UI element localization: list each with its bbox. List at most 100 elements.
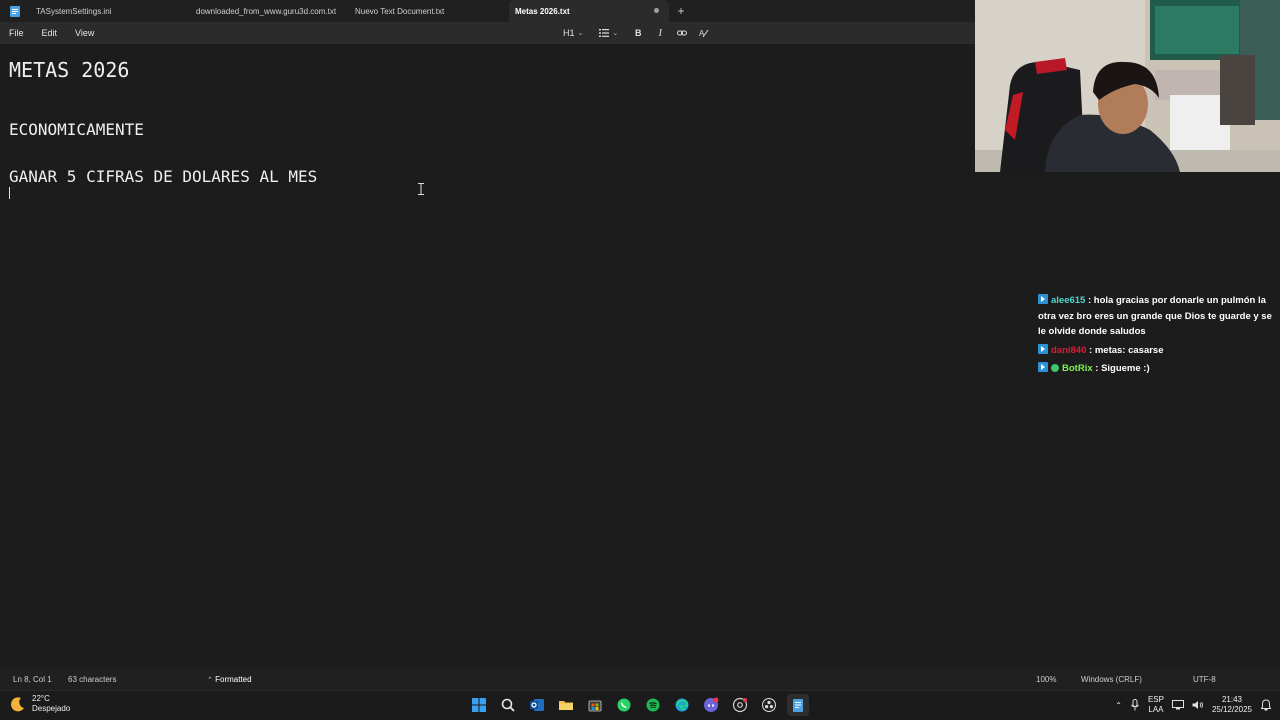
outlook-icon (530, 699, 544, 711)
discord-icon (704, 697, 719, 712)
list-dropdown[interactable]: ⌄ (596, 24, 621, 42)
whatsapp-app[interactable] (613, 694, 635, 716)
platform-badge-icon (1038, 343, 1048, 354)
clear-formatting-button[interactable]: A (695, 24, 713, 42)
screen: TASystemSettings.ini downloaded_from_www… (0, 0, 1280, 720)
italic-button[interactable]: I (651, 24, 669, 42)
edge-app[interactable] (671, 694, 693, 716)
network-icon[interactable] (1171, 700, 1184, 710)
editor-line[interactable]: GANAR 5 CIFRAS DE DOLARES AL MES (9, 167, 317, 186)
outlook-app[interactable] (526, 694, 548, 716)
chat-username: BotRix (1062, 363, 1093, 374)
stream-overlay-area (975, 172, 1280, 668)
heading-dropdown[interactable]: H1 ⌄ (560, 24, 586, 42)
windows-icon (472, 698, 486, 712)
system-tray: ⌃ ESP LAA 21:43 25/12/2025 (1115, 695, 1272, 715)
chat-message: alee615 : hola gracias por donarle un pu… (1038, 293, 1276, 340)
formatting-toolbar: H1 ⌄ ⌄ B I A (560, 22, 713, 44)
webcam-image (975, 0, 1280, 172)
format-mode[interactable]: ⌃ Formatted (207, 675, 252, 684)
menu-edit[interactable]: Edit (33, 22, 67, 44)
discord-app[interactable] (700, 694, 722, 716)
webcam-feed (975, 0, 1280, 172)
weather-widget[interactable]: 22°C Despejado (10, 694, 70, 714)
tab-label: downloaded_from_www.guru3d.com.txt (196, 6, 337, 16)
verified-bot-icon (1051, 364, 1059, 372)
store-icon (588, 700, 602, 712)
weather-temp: 22°C (32, 694, 50, 703)
clock[interactable]: 21:43 25/12/2025 (1212, 695, 1252, 715)
clear-formatting-icon: A (699, 29, 709, 38)
microphone-icon[interactable] (1130, 699, 1140, 711)
text-editor[interactable]: METAS 2026 ECONOMICAMENTE GANAR 5 CIFRAS… (0, 44, 975, 668)
link-button[interactable] (673, 24, 691, 42)
folder-icon (559, 701, 573, 710)
tab-label: TASystemSettings.ini (36, 6, 112, 16)
platform-badge-icon (1038, 294, 1048, 304)
whatsapp-icon (617, 698, 631, 712)
search-button[interactable] (497, 694, 519, 716)
notepad-app[interactable] (787, 694, 809, 716)
tab-metas-2026[interactable]: Metas 2026.txt (509, 0, 669, 22)
ibeam-cursor-icon (418, 183, 424, 195)
chevron-down-icon: ⌄ (577, 30, 584, 37)
new-tab-button[interactable]: + (669, 0, 693, 22)
search-icon (501, 698, 515, 712)
language-indicator[interactable]: ESP LAA (1148, 695, 1164, 715)
file-explorer-app[interactable] (555, 694, 577, 716)
spotify-icon (646, 698, 660, 712)
chat-text: : Sigueme :) (1095, 363, 1150, 374)
clock-date: 25/12/2025 (1211, 705, 1252, 714)
menu-file[interactable]: File (0, 22, 33, 44)
line-ending[interactable]: Windows (CRLF) (1081, 675, 1142, 684)
chat-username: alee615 (1051, 295, 1086, 306)
encoding[interactable]: UTF-8 (1193, 675, 1216, 684)
list-icon (599, 29, 610, 37)
notification-bell-icon[interactable] (1260, 699, 1272, 711)
taskbar: 22°C Despejado ⌃ ESP LAA 21:43 25/12/202… (0, 690, 1280, 720)
markdown-icon: ⌃ (207, 677, 213, 684)
status-bar: Ln 8, Col 1 63 characters ⌃ Formatted 10… (0, 668, 1280, 690)
stream-chat: alee615 : hola gracias por donarle un pu… (1038, 293, 1276, 380)
menu-view[interactable]: View (66, 22, 103, 44)
tab-label: Nuevo Text Document.txt (355, 6, 445, 16)
chrome-app[interactable] (729, 694, 751, 716)
chat-username: dani840 (1051, 344, 1087, 356)
tab-label: Metas 2026.txt (515, 6, 570, 16)
chrome-icon (732, 697, 748, 713)
zoom-level[interactable]: 100% (1036, 675, 1056, 684)
menu-bar: File Edit View H1 ⌄ ⌄ B I A (0, 22, 975, 44)
moon-icon (11, 697, 24, 712)
volume-icon[interactable] (1192, 700, 1204, 710)
notepad-app-icon (0, 0, 30, 22)
store-app[interactable] (584, 694, 606, 716)
italic-icon: I (658, 27, 662, 39)
obs-icon (762, 698, 776, 712)
language-code: ESP (1147, 695, 1164, 704)
link-icon (677, 30, 688, 36)
chevron-down-icon: ⌄ (612, 30, 619, 37)
heading-label: H1 (563, 28, 575, 38)
bold-button[interactable]: B (629, 24, 647, 42)
format-mode-label: Formatted (215, 675, 252, 684)
chevron-up-icon[interactable]: ⌃ (1115, 701, 1122, 710)
chat-text: : metas: casarse (1089, 344, 1164, 356)
tab-guru3d[interactable]: downloaded_from_www.guru3d.com.txt (190, 0, 349, 22)
character-count: 63 characters (68, 675, 117, 684)
cursor-position: Ln 8, Col 1 (13, 675, 52, 684)
text-cursor (9, 187, 10, 199)
svg-text:A: A (699, 29, 705, 38)
tab-tasystemsettings[interactable]: TASystemSettings.ini (30, 0, 190, 22)
taskbar-apps (468, 694, 809, 716)
chat-message: dani840 : metas: casarse (1038, 343, 1276, 359)
unsaved-dot-icon[interactable] (654, 8, 659, 13)
keyboard-layout: LAA (1148, 705, 1164, 714)
editor-line[interactable]: ECONOMICAMENTE (9, 120, 144, 139)
tab-bar: TASystemSettings.ini downloaded_from_www… (0, 0, 975, 22)
start-button[interactable] (468, 694, 490, 716)
obs-app[interactable] (758, 694, 780, 716)
tab-nuevo-text[interactable]: Nuevo Text Document.txt (349, 0, 509, 22)
editor-line-heading[interactable]: METAS 2026 (9, 58, 129, 82)
spotify-app[interactable] (642, 694, 664, 716)
bold-icon: B (635, 28, 642, 38)
